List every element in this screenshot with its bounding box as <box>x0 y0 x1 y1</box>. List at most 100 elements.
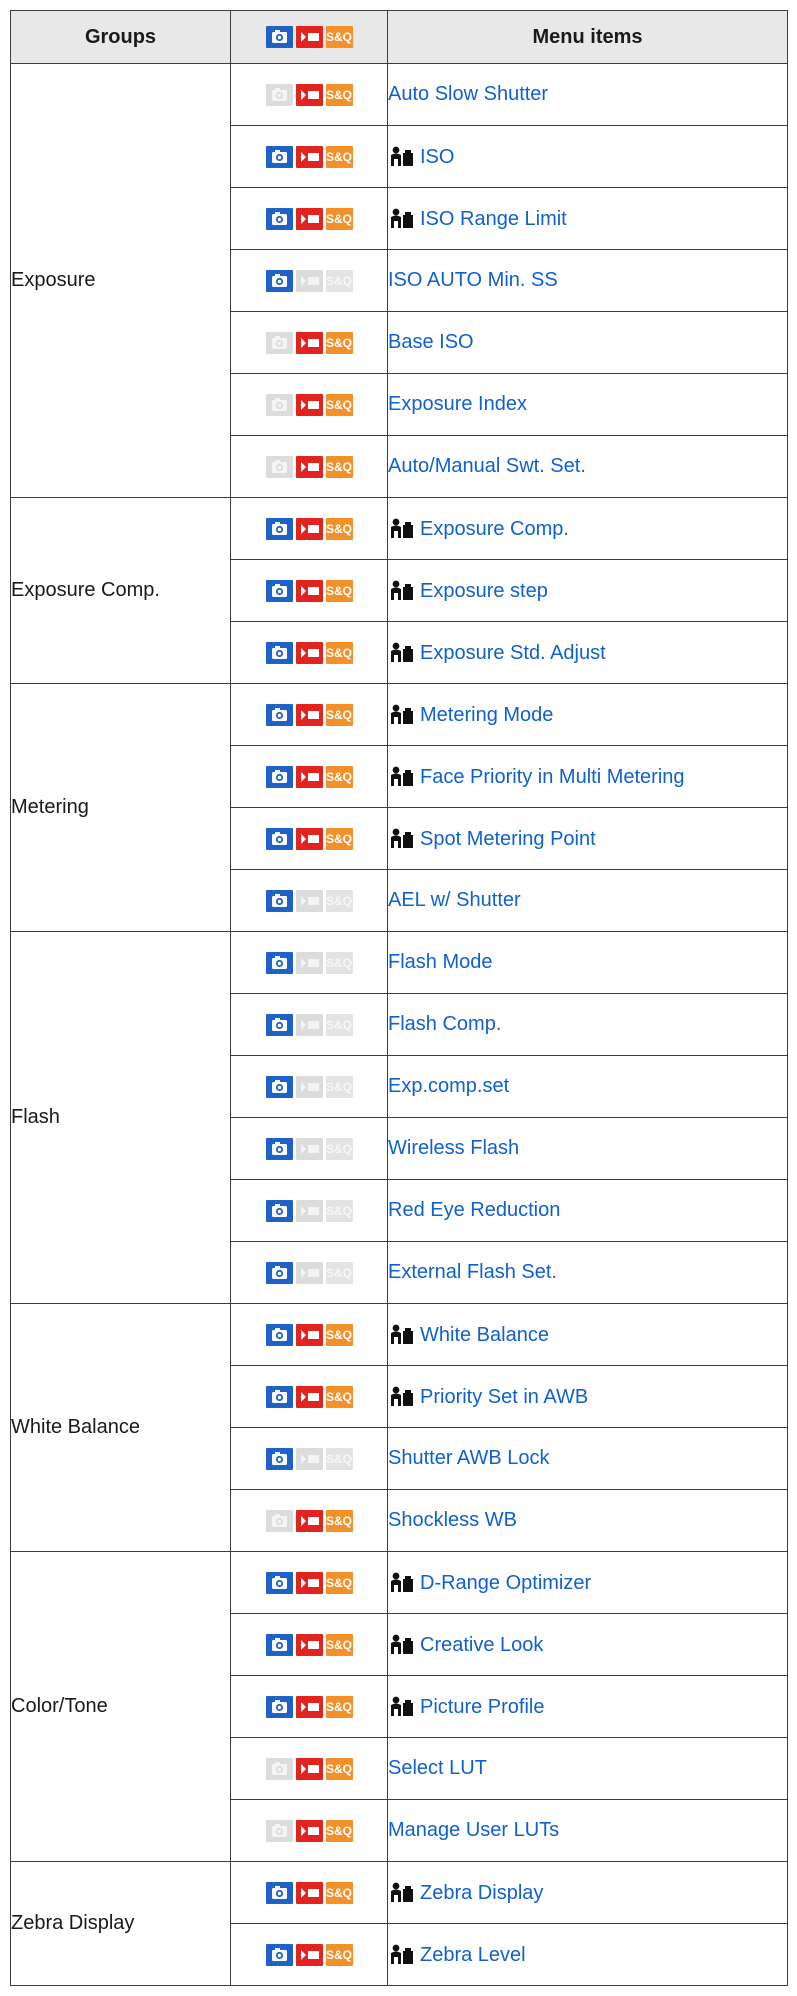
photo-movie-separate-icon <box>388 1572 420 1594</box>
movie-mode-icon <box>295 1571 323 1594</box>
menu-item-link[interactable]: Shutter AWB Lock <box>388 1447 550 1469</box>
menu-item-link[interactable]: Creative Look <box>420 1634 543 1656</box>
mode-icons: S&Q <box>265 1943 353 1966</box>
photo-movie-separate-icon <box>388 146 420 168</box>
menu-item-link[interactable]: Exposure Comp. <box>420 518 569 540</box>
menu-item-cell: Exposure Std. Adjust <box>387 621 788 684</box>
photo-mode-icon <box>265 269 293 292</box>
mode-availability-cell: S&Q <box>230 1427 388 1490</box>
mode-availability-cell: S&Q <box>230 1179 388 1242</box>
menu-item-cell: Exposure Index <box>387 373 788 436</box>
menu-item-link[interactable]: ISO <box>420 146 454 168</box>
menu-item-link[interactable]: Metering Mode <box>420 704 553 726</box>
mode-availability-cell: S&Q <box>230 869 388 932</box>
photo-mode-icon <box>265 517 293 540</box>
mode-availability-cell: S&Q <box>230 1675 388 1738</box>
mode-icons: S&Q <box>265 1509 353 1532</box>
menu-item-link[interactable]: Auto Slow Shutter <box>388 83 548 105</box>
movie-mode-icon <box>295 579 323 602</box>
movie-mode-icon <box>295 1075 323 1098</box>
sq-mode-icon: S&Q <box>325 393 353 416</box>
menu-item-link[interactable]: Select LUT <box>388 1757 487 1779</box>
menu-item-link[interactable]: Wireless Flash <box>388 1137 519 1159</box>
photo-movie-separate-icon <box>388 766 420 788</box>
menu-item-link[interactable]: Auto/Manual Swt. Set. <box>388 455 586 477</box>
menu-item-link[interactable]: Base ISO <box>388 331 474 353</box>
movie-mode-icon <box>295 1385 323 1408</box>
menu-item-link[interactable]: External Flash Set. <box>388 1261 557 1283</box>
mode-availability-cell: S&Q <box>230 1055 388 1118</box>
menu-item-cell: Wireless Flash <box>387 1117 788 1180</box>
mode-availability-cell: S&Q <box>230 1365 388 1428</box>
photo-mode-icon <box>265 331 293 354</box>
mode-availability-cell: S&Q <box>230 311 388 374</box>
table-row: White Balance S&Q White Balance <box>10 1303 788 1552</box>
sq-mode-icon: S&Q <box>325 641 353 664</box>
menu-item-link[interactable]: D-Range Optimizer <box>420 1572 591 1594</box>
mode-availability-cell: S&Q <box>230 373 388 436</box>
menu-item-cell: Spot Metering Point <box>387 807 788 870</box>
photo-mode-icon <box>265 1943 293 1966</box>
movie-mode-icon <box>295 1447 323 1470</box>
photo-movie-separate-icon <box>388 1324 420 1346</box>
menu-item-link[interactable]: Zebra Level <box>420 1944 526 1966</box>
menu-item-link[interactable]: Manage User LUTs <box>388 1819 559 1841</box>
menu-item-link[interactable]: ISO Range Limit <box>420 208 567 230</box>
movie-mode-icon <box>295 1323 323 1346</box>
menu-item-link[interactable]: Priority Set in AWB <box>420 1386 588 1408</box>
photo-mode-icon <box>265 1385 293 1408</box>
menu-item-link[interactable]: Shockless WB <box>388 1509 517 1531</box>
mode-availability-cell: S&Q <box>230 1551 388 1614</box>
menu-item-link[interactable]: AEL w/ Shutter <box>388 889 521 911</box>
menu-item-cell: ISO Range Limit <box>387 187 788 250</box>
menu-item-link[interactable]: ISO AUTO Min. SS <box>388 269 558 291</box>
movie-mode-icon <box>295 145 323 168</box>
photo-mode-icon <box>265 1323 293 1346</box>
menu-item-cell: White Balance <box>387 1303 788 1366</box>
photo-mode-icon <box>265 393 293 416</box>
photo-mode-icon <box>265 455 293 478</box>
movie-mode-icon <box>295 517 323 540</box>
mode-availability-cell: S&Q <box>230 1861 388 1924</box>
menu-item-link[interactable]: Exposure step <box>420 580 548 602</box>
mode-icons: S&Q <box>265 641 353 664</box>
group-cell: Metering <box>10 683 231 932</box>
sq-mode-icon: S&Q <box>325 579 353 602</box>
menu-item-cell: ISO <box>387 125 788 188</box>
mode-availability-cell: S&Q <box>230 63 388 126</box>
menu-item-link[interactable]: Spot Metering Point <box>420 828 596 850</box>
sq-mode-icon: S&Q <box>325 1819 353 1842</box>
menu-item-link[interactable]: Face Priority in Multi Metering <box>420 766 685 788</box>
mode-icons: S&Q <box>265 765 353 788</box>
menu-item-link[interactable]: Flash Mode <box>388 951 493 973</box>
mode-icons: S&Q <box>265 83 353 106</box>
movie-mode-icon <box>295 269 323 292</box>
menu-item-link[interactable]: White Balance <box>420 1324 549 1346</box>
menu-item-cell: Flash Mode <box>387 931 788 994</box>
menu-item-cell: External Flash Set. <box>387 1241 788 1304</box>
movie-mode-icon <box>295 1881 323 1904</box>
table-body: Exposure S&Q Auto Slow Shutter S&Q ISO S&Q ISO… <box>10 63 788 1986</box>
menu-item-link[interactable]: Zebra Display <box>420 1882 543 1904</box>
group-cell: White Balance <box>10 1303 231 1552</box>
menu-item-link[interactable]: Red Eye Reduction <box>388 1199 560 1221</box>
photo-mode-icon <box>265 1509 293 1532</box>
mode-icons: S&Q <box>265 1323 353 1346</box>
menu-item-link[interactable]: Exposure Index <box>388 393 527 415</box>
movie-mode-icon <box>295 641 323 664</box>
mode-icons: S&Q <box>265 579 353 602</box>
sq-mode-icon: S&Q <box>325 1571 353 1594</box>
table-row: Flash S&Q Flash Mode <box>10 931 788 1304</box>
menu-item-link[interactable]: Flash Comp. <box>388 1013 501 1035</box>
photo-mode-icon <box>265 1881 293 1904</box>
menu-item-cell: ISO AUTO Min. SS <box>387 249 788 312</box>
menu-item-link[interactable]: Picture Profile <box>420 1696 545 1718</box>
sq-mode-icon: S&Q <box>325 207 353 230</box>
movie-mode-icon <box>295 827 323 850</box>
menu-item-link[interactable]: Exp.comp.set <box>388 1075 509 1097</box>
sq-mode-icon: S&Q <box>325 1881 353 1904</box>
menu-item-link[interactable]: Exposure Std. Adjust <box>420 642 606 664</box>
movie-mode-icon <box>295 393 323 416</box>
sq-mode-icon: S&Q <box>325 1447 353 1470</box>
mode-availability-cell: S&Q <box>230 745 388 808</box>
